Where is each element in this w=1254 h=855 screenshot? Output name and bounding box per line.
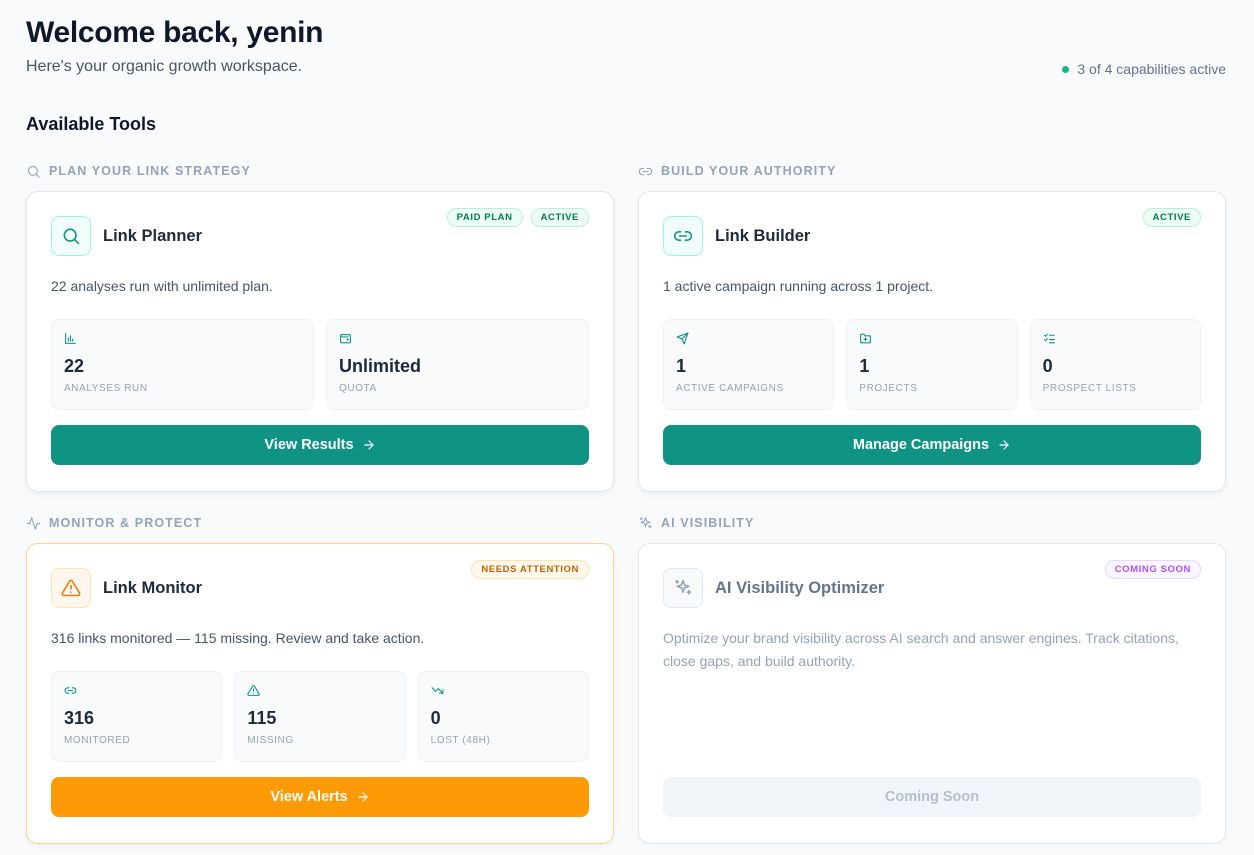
section-label-text: MONITOR & PROTECT: [49, 516, 203, 530]
tool-name: Link Monitor: [103, 578, 202, 597]
section-label-text: PLAN YOUR LINK STRATEGY: [49, 164, 251, 178]
available-tools-heading: Available Tools: [26, 114, 157, 134]
section-label: PLAN YOUR LINK STRATEGY: [26, 162, 614, 180]
link-monitor-card: Link Monitor NEEDS ATTENTION 316 links m…: [26, 543, 614, 844]
section-label-text: AI VISIBILITY: [661, 516, 755, 530]
manage-campaigns-button[interactable]: Manage Campaigns: [663, 425, 1201, 465]
stat-label: QUOTA: [339, 383, 377, 394]
card-header: Link Monitor NEEDS ATTENTION: [51, 560, 589, 608]
card-header: AI Visibility Optimizer COMING SOON: [663, 560, 1201, 608]
button-label: View Alerts: [270, 789, 348, 805]
needs-attention-badge: NEEDS ATTENTION: [471, 560, 589, 579]
coming-soon-button: Coming Soon: [663, 777, 1201, 817]
wallet-icon: [340, 334, 351, 344]
tool-name: Link Builder: [715, 226, 811, 245]
section-label: MONITOR & PROTECT: [26, 514, 614, 532]
button-label: Manage Campaigns: [852, 437, 990, 453]
badge-group: PAID PLAN ACTIVE: [446, 208, 589, 227]
section-ai-visibility: AI VISIBILITY: [638, 514, 1226, 532]
stat-analyses-run: 22 ANALYSES RUN: [51, 319, 314, 410]
stat-monitored: 316 MONITORED: [51, 671, 223, 762]
badge-group: NEEDS ATTENTION: [471, 560, 589, 579]
sparkles-icon: [663, 568, 703, 608]
ai-visibility-card: AI Visibility Optimizer COMING SOON Opti…: [638, 543, 1226, 844]
active-badge: ACTIVE: [530, 208, 589, 227]
status-dot-icon: [1062, 65, 1070, 73]
tool-description: 22 analyses run with unlimited plan.: [51, 278, 273, 294]
tool-description: Optimize your brand visibility across AI…: [663, 630, 1179, 669]
capabilities-status: 3 of 4 capabilities active: [1062, 61, 1226, 77]
view-results-button[interactable]: View Results: [51, 425, 589, 465]
tool-name: Link Planner: [103, 226, 203, 245]
badge-group: COMING SOON: [1104, 560, 1201, 579]
paid-plan-badge: PAID PLAN: [446, 208, 523, 227]
stats-row: 316 MONITORED 115 MISSING 0 LOST (48H): [51, 671, 589, 762]
stat-lost-48h: 0 LOST (48H): [417, 671, 589, 762]
link-icon: [64, 687, 77, 694]
sparkles-icon: [639, 516, 652, 528]
section-label: BUILD YOUR AUTHORITY: [638, 162, 1226, 180]
page-title: Welcome back, yenin: [26, 16, 324, 49]
coming-soon-badge: COMING SOON: [1104, 560, 1201, 579]
arrow-right-icon: [363, 440, 374, 450]
link-icon: [663, 216, 703, 256]
stat-value: 0: [1042, 356, 1053, 376]
stat-missing: 115 MISSING: [234, 671, 406, 762]
stat-value: Unlimited: [339, 356, 422, 376]
arrow-right-icon: [358, 792, 368, 802]
alert-triangle-icon: [247, 685, 261, 696]
stats-row: 1 ACTIVE CAMPAIGNS 1 PROJECTS 0 PROSPECT…: [663, 319, 1201, 410]
send-icon: [676, 332, 689, 345]
bar-chart-icon: [65, 333, 76, 344]
stat-value: 1: [676, 356, 687, 376]
stat-value: 22: [64, 356, 85, 376]
section-build-authority: BUILD YOUR AUTHORITY: [638, 162, 1226, 180]
page-subtitle: Here's your organic growth workspace.: [26, 58, 303, 75]
stat-active-campaigns: 1 ACTIVE CAMPAIGNS: [663, 319, 835, 410]
stat-label: ANALYSES RUN: [64, 383, 148, 394]
dashboard-page: Welcome back, yenin Here's your organic …: [0, 0, 1254, 855]
stat-value: 115: [247, 708, 277, 728]
trending-down-icon: [431, 687, 444, 694]
capabilities-status-text: 3 of 4 capabilities active: [1077, 61, 1226, 77]
view-alerts-button[interactable]: View Alerts: [51, 777, 589, 817]
tool-description: 316 links monitored — 115 missing. Revie…: [51, 630, 425, 646]
button-label: Coming Soon: [884, 789, 980, 805]
stat-prospect-lists: 0 PROSPECT LISTS: [1029, 319, 1201, 410]
active-badge: ACTIVE: [1142, 208, 1201, 227]
stat-label: PROSPECT LISTS: [1042, 383, 1137, 394]
section-plan-link-strategy: PLAN YOUR LINK STRATEGY: [26, 162, 614, 180]
badge-group: ACTIVE: [1142, 208, 1201, 227]
card-header: Link Builder ACTIVE: [663, 208, 1201, 256]
link-planner-card: Link Planner PAID PLAN ACTIVE 22 analyse…: [26, 191, 614, 492]
stat-label: MISSING: [247, 735, 294, 746]
card-header: Link Planner PAID PLAN ACTIVE: [51, 208, 589, 256]
section-monitor-protect: MONITOR & PROTECT: [26, 514, 614, 532]
tool-name: AI Visibility Optimizer: [715, 578, 885, 597]
button-label: View Results: [264, 437, 354, 453]
section-label: AI VISIBILITY: [638, 514, 1226, 532]
stat-label: PROJECTS: [859, 383, 918, 394]
stat-value: 1: [859, 356, 870, 376]
link-icon: [638, 167, 653, 175]
tool-description: 1 active campaign running across 1 proje…: [663, 278, 934, 294]
search-icon: [27, 165, 40, 178]
stat-value: 316: [64, 708, 95, 728]
stats-row: 22 ANALYSES RUN Unlimited QUOTA: [51, 319, 589, 410]
stat-label: ACTIVE CAMPAIGNS: [676, 383, 784, 394]
stat-label: LOST (48H): [430, 735, 491, 746]
stat-value: 0: [430, 708, 441, 728]
stat-quota: Unlimited QUOTA: [326, 319, 589, 410]
stat-projects: 1 PROJECTS: [846, 319, 1018, 410]
section-label-text: BUILD YOUR AUTHORITY: [661, 164, 837, 178]
folder-plus-icon: [860, 333, 872, 344]
arrow-right-icon: [999, 440, 1009, 450]
stat-label: MONITORED: [64, 735, 131, 746]
alert-triangle-icon: [51, 568, 91, 608]
list-checks-icon: [1043, 333, 1055, 344]
link-builder-card: Link Builder ACTIVE 1 active campaign ru…: [638, 191, 1226, 492]
page-header: Welcome back, yenin Here's your organic …: [26, 0, 1226, 100]
activity-icon: [26, 516, 41, 530]
search-icon: [51, 216, 91, 256]
